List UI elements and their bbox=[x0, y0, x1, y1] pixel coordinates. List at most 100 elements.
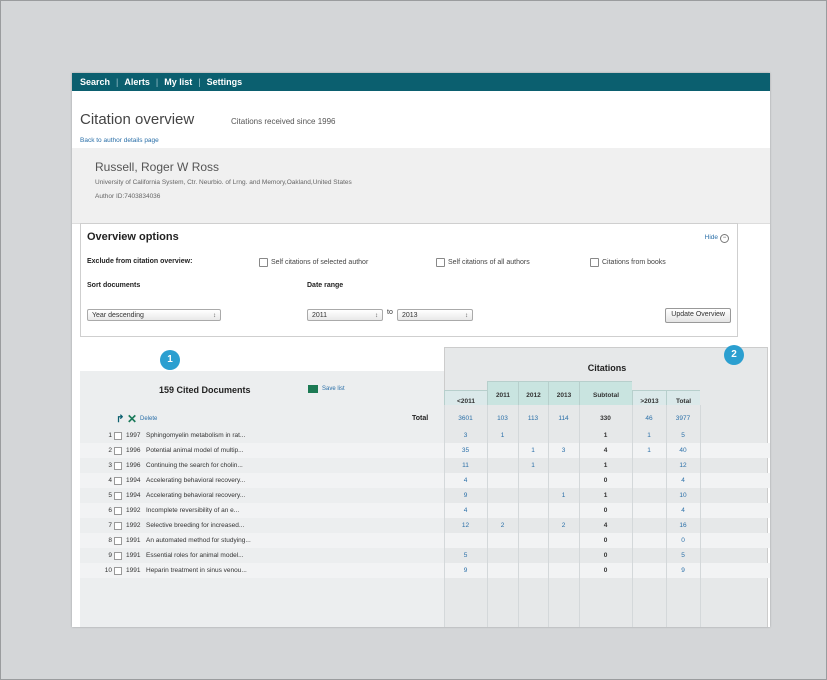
document-year: 1997 bbox=[126, 432, 141, 439]
document-title-link[interactable]: Essential roles for animal model... bbox=[146, 552, 244, 559]
row-checkbox[interactable] bbox=[114, 507, 122, 515]
document-title-link[interactable]: Accelerating behavioral recovery... bbox=[146, 492, 245, 499]
document-year: 1991 bbox=[126, 552, 141, 559]
citation-cell: 4 bbox=[603, 447, 608, 454]
nav-separator: | bbox=[198, 77, 201, 87]
exclude-label: Exclude from citation overview: bbox=[87, 258, 193, 265]
document-title-link[interactable]: Incomplete reversibility of an e... bbox=[146, 507, 239, 514]
column-divider bbox=[444, 405, 445, 627]
row-checkbox[interactable] bbox=[114, 432, 122, 440]
nav-separator: | bbox=[155, 77, 159, 87]
document-title-link[interactable]: Selective breeding for increased... bbox=[146, 522, 244, 529]
citation-cell: 1 bbox=[647, 432, 651, 439]
row-checkbox[interactable] bbox=[114, 492, 122, 500]
citation-cell: 4 bbox=[681, 477, 685, 484]
document-title-link[interactable]: An automated method for studying... bbox=[146, 537, 251, 544]
citation-cell: 5 bbox=[463, 552, 468, 559]
row-checkbox[interactable] bbox=[114, 447, 122, 455]
citation-cell: 3 bbox=[561, 447, 566, 454]
col-header-total: Total bbox=[666, 390, 700, 405]
citation-cell: 1 bbox=[500, 432, 505, 439]
citation-cell: 35 bbox=[461, 447, 470, 454]
col-header-after-2013: >2013 bbox=[632, 390, 666, 405]
row-number: 3 bbox=[108, 462, 112, 469]
citation-cell: 9 bbox=[681, 567, 685, 574]
total-2012: 113 bbox=[527, 415, 539, 422]
citation-cell: 4 bbox=[463, 507, 468, 514]
select-arrow-icon: ↕ bbox=[213, 313, 216, 319]
document-title-link[interactable]: Accelerating behavioral recovery... bbox=[146, 477, 245, 484]
total-2013: 114 bbox=[558, 415, 569, 422]
col-header-2011: 2011 bbox=[487, 381, 518, 405]
row-checkbox[interactable] bbox=[114, 522, 122, 530]
checkbox-citations-from-books[interactable]: Citations from books bbox=[590, 258, 666, 267]
document-year: 1992 bbox=[126, 507, 141, 514]
citation-cell: 4 bbox=[463, 477, 468, 484]
row-checkbox[interactable] bbox=[114, 537, 122, 545]
select-arrow-icon: ↕ bbox=[375, 313, 378, 319]
citation-cell: 0 bbox=[603, 552, 608, 559]
document-year: 1996 bbox=[126, 447, 141, 454]
hide-options-toggle[interactable]: Hide − bbox=[705, 234, 729, 243]
column-divider bbox=[700, 405, 701, 627]
sort-documents-select[interactable]: Year descending ↕ bbox=[87, 309, 221, 321]
row-number: 5 bbox=[108, 492, 112, 499]
nav-alerts[interactable]: Alerts bbox=[124, 77, 150, 87]
column-divider bbox=[548, 405, 549, 627]
col-header-before-2011: <2011 bbox=[444, 390, 487, 405]
citation-cell: 0 bbox=[603, 567, 608, 574]
callout-marker-2: 2 bbox=[724, 345, 744, 365]
document-year: 1992 bbox=[126, 522, 141, 529]
sort-documents-label: Sort documents bbox=[87, 282, 141, 289]
citation-cell: 1 bbox=[531, 462, 535, 469]
row-checkbox[interactable] bbox=[114, 477, 122, 485]
column-divider bbox=[632, 405, 633, 627]
document-title-link[interactable]: Continuing the search for cholin... bbox=[146, 462, 243, 469]
citation-cell: 5 bbox=[681, 552, 685, 559]
callout-marker-1: 1 bbox=[160, 350, 180, 370]
checkbox-self-citations-selected-author[interactable]: Self citations of selected author bbox=[259, 258, 368, 267]
citation-overview-page: Search | Alerts | My list | Settings Cit… bbox=[72, 73, 770, 627]
citation-cell: 3 bbox=[463, 432, 468, 439]
row-checkbox[interactable] bbox=[114, 462, 122, 470]
date-to-select[interactable]: 2013 ↕ bbox=[397, 309, 473, 321]
col-header-2013: 2013 bbox=[548, 381, 579, 405]
checkbox-icon bbox=[436, 258, 445, 267]
row-number: 7 bbox=[108, 522, 112, 529]
page-subtitle: Citations received since 1996 bbox=[231, 117, 336, 126]
checkbox-label: Self citations of selected author bbox=[271, 259, 369, 266]
nav-search[interactable]: Search bbox=[80, 77, 110, 87]
document-title-link[interactable]: Sphingomyelin metabolism in rat... bbox=[146, 432, 245, 439]
row-checkbox[interactable] bbox=[114, 567, 122, 575]
row-number: 9 bbox=[108, 552, 112, 559]
save-list-link[interactable]: Save list bbox=[322, 386, 345, 392]
citation-cell: 2 bbox=[561, 522, 566, 529]
col-header-2012: 2012 bbox=[518, 381, 548, 405]
citation-cell: 1 bbox=[603, 462, 608, 469]
top-nav: Search | Alerts | My list | Settings bbox=[72, 73, 770, 91]
citation-cell: 40 bbox=[679, 447, 687, 454]
citation-cell: 1 bbox=[647, 447, 651, 454]
save-list-icon[interactable] bbox=[308, 385, 318, 393]
total-subtotal: 330 bbox=[600, 415, 611, 422]
date-range-label: Date range bbox=[307, 282, 344, 289]
select-arrow-icon: ↕ bbox=[465, 313, 468, 319]
author-affiliation: University of California System, Ctr. Ne… bbox=[95, 179, 352, 186]
row-number: 1 bbox=[108, 432, 112, 439]
row-number: 4 bbox=[108, 477, 112, 484]
update-overview-button[interactable]: Update Overview bbox=[665, 308, 731, 323]
nav-separator: | bbox=[116, 77, 119, 87]
checkbox-self-citations-all-authors[interactable]: Self citations of all authors bbox=[436, 258, 530, 267]
document-title-link[interactable]: Heparin treatment in sinus venou... bbox=[146, 567, 247, 574]
nav-settings[interactable]: Settings bbox=[207, 77, 243, 87]
citation-cell: 1 bbox=[603, 492, 608, 499]
row-checkbox[interactable] bbox=[114, 552, 122, 560]
date-from-value: 2011 bbox=[312, 312, 328, 319]
date-from-select[interactable]: 2011 ↕ bbox=[307, 309, 383, 321]
page-header: Citation overview Citations received sin… bbox=[72, 91, 770, 149]
back-to-author-link[interactable]: Back to author details page bbox=[80, 137, 159, 144]
citation-cell: 0 bbox=[603, 537, 608, 544]
nav-my-list[interactable]: My list bbox=[164, 77, 192, 87]
document-title-link[interactable]: Potential animal model of multip... bbox=[146, 447, 244, 454]
row-number: 10 bbox=[104, 567, 112, 574]
